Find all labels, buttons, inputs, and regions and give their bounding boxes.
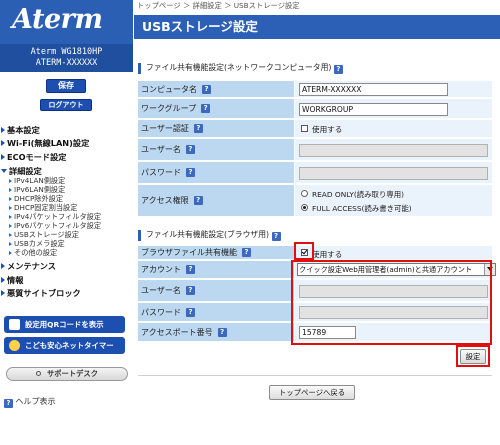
arrow-right-icon <box>1 140 5 146</box>
menu-info[interactable]: 情報 <box>1 274 23 286</box>
divider <box>138 375 492 376</box>
help-icon[interactable]: ? <box>242 248 251 257</box>
access-rights-row: アクセス権限? READ ONLY(読み取り専用) FULL ACCESS(読み… <box>138 185 492 217</box>
help-icon[interactable]: ? <box>185 286 195 295</box>
help-icon[interactable]: ? <box>186 307 195 317</box>
menu-wifi-settings[interactable]: Wi-Fi(無線LAN)設定 <box>1 137 89 149</box>
access-full-label: FULL ACCESS(読み書き可能) <box>312 204 412 213</box>
user-auth-row: ユーザー認証? 使用する <box>138 120 492 138</box>
bullet-icon <box>9 215 12 219</box>
bullet-icon <box>9 179 12 183</box>
network-password-input[interactable] <box>299 167 488 180</box>
device-name: ATERM-XXXXXX <box>35 58 98 68</box>
circle-icon <box>35 371 41 376</box>
bullet-icon <box>9 197 12 201</box>
help-icon: ? <box>4 399 13 408</box>
qr-code-button[interactable]: 設定用QRコードを表示 <box>4 316 125 333</box>
apply-button[interactable]: 設定 <box>460 349 486 364</box>
help-link[interactable]: ? ヘルプ表示 <box>4 396 56 408</box>
access-rights-label: アクセス権限? <box>138 185 294 216</box>
bullet-icon <box>9 206 12 210</box>
bullet-icon <box>9 242 12 246</box>
browser-password-label: パスワード? <box>138 303 294 321</box>
browser-share-section-title: ファイル共有機能設定(ブラウザ用) ? <box>138 230 281 241</box>
help-icon[interactable]: ? <box>271 232 281 241</box>
bullet-icon <box>9 233 12 237</box>
help-icon[interactable]: ? <box>333 65 343 74</box>
browser-username-label: ユーザー名? <box>138 280 294 301</box>
network-username-label: ユーザー名? <box>138 139 294 160</box>
computer-name-row: コンピュータ名? ATERM-XXXXXX <box>138 81 492 98</box>
browser-sharing-label: ブラウザファイル共有機能? <box>138 246 294 259</box>
access-port-label: アクセスポート番号? <box>138 323 294 341</box>
kids-net-timer-button[interactable]: こども安心ネットタイマー <box>4 337 125 354</box>
account-label: アカウント? <box>138 261 294 278</box>
menu-basic-settings[interactable]: 基本設定 <box>1 124 40 136</box>
timer-icon <box>9 340 20 351</box>
logo-text: Aterm <box>12 4 103 35</box>
highlight-checkbox-box <box>294 242 314 260</box>
help-icon[interactable]: ? <box>193 196 203 205</box>
menu-malicious-site-block[interactable]: 悪質サイトブロック <box>1 287 81 299</box>
arrow-down-icon <box>1 169 7 173</box>
bullet-icon <box>9 251 12 255</box>
breadcrumb: トップページ ＞ 詳細設定 ＞ USBストレージ設定 <box>137 1 300 10</box>
support-desk-button[interactable]: サポートデスク <box>6 367 128 381</box>
model-info: Aterm WG1810HP ATERM-XXXXXX <box>0 44 133 72</box>
arrow-right-icon <box>1 277 5 283</box>
help-icon[interactable]: ? <box>186 265 195 274</box>
sidebar: Aterm Aterm WG1810HP ATERM-XXXXXX 保存 ログア… <box>0 0 133 445</box>
user-auth-checkbox-label: 使用する <box>312 125 343 134</box>
arrow-right-icon <box>1 127 5 133</box>
browser-sharing-row: ブラウザファイル共有機能? 使用する <box>138 246 492 260</box>
network-share-section-title: ファイル共有機能設定(ネットワークコンピュータ用) ? <box>138 63 343 74</box>
highlight-account-fields-box <box>291 260 492 345</box>
access-readonly-label: READ ONLY(読み取り専用) <box>312 190 405 199</box>
network-password-row: パスワード? <box>138 162 492 184</box>
help-icon[interactable]: ? <box>217 327 227 337</box>
arrow-right-icon <box>1 290 5 296</box>
back-to-top-button[interactable]: トップページへ戻る <box>269 385 355 400</box>
workgroup-row: ワークグループ? WORKGROUP <box>138 99 492 119</box>
network-username-input[interactable] <box>299 144 488 157</box>
user-auth-label: ユーザー認証? <box>138 120 294 137</box>
arrow-right-icon <box>1 154 5 160</box>
bullet-icon <box>9 188 12 192</box>
access-readonly-radio[interactable] <box>301 190 308 197</box>
model-name: Aterm WG1810HP <box>30 47 103 57</box>
help-icon[interactable]: ? <box>185 145 195 154</box>
user-auth-checkbox[interactable] <box>301 125 308 132</box>
help-icon[interactable]: ? <box>201 104 211 113</box>
network-username-row: ユーザー名? <box>138 139 492 161</box>
sub-other-settings[interactable]: その他の設定 <box>9 248 57 258</box>
network-password-label: パスワード? <box>138 162 294 183</box>
computer-name-label: コンピュータ名? <box>138 81 294 97</box>
help-icon[interactable]: ? <box>186 168 195 177</box>
menu-eco-mode[interactable]: ECOモード設定 <box>1 151 67 163</box>
aterm-logo: Aterm <box>0 0 133 44</box>
qr-code-icon <box>9 319 20 330</box>
bullet-icon <box>9 224 12 228</box>
browser-sharing-checkbox-label: 使用する <box>312 250 343 259</box>
access-full-radio[interactable] <box>301 204 308 211</box>
arrow-right-icon <box>1 263 5 269</box>
menu-maintenance[interactable]: メンテナンス <box>1 260 56 272</box>
logout-button[interactable]: ログアウト <box>40 99 92 111</box>
save-button[interactable]: 保存 <box>46 79 86 93</box>
page-title: USBストレージ設定 <box>134 15 500 39</box>
workgroup-label: ワークグループ? <box>138 99 294 118</box>
help-icon[interactable]: ? <box>202 84 211 94</box>
workgroup-input[interactable]: WORKGROUP <box>299 103 448 116</box>
computer-name-input[interactable]: ATERM-XXXXXX <box>299 83 448 96</box>
help-icon[interactable]: ? <box>193 124 203 133</box>
